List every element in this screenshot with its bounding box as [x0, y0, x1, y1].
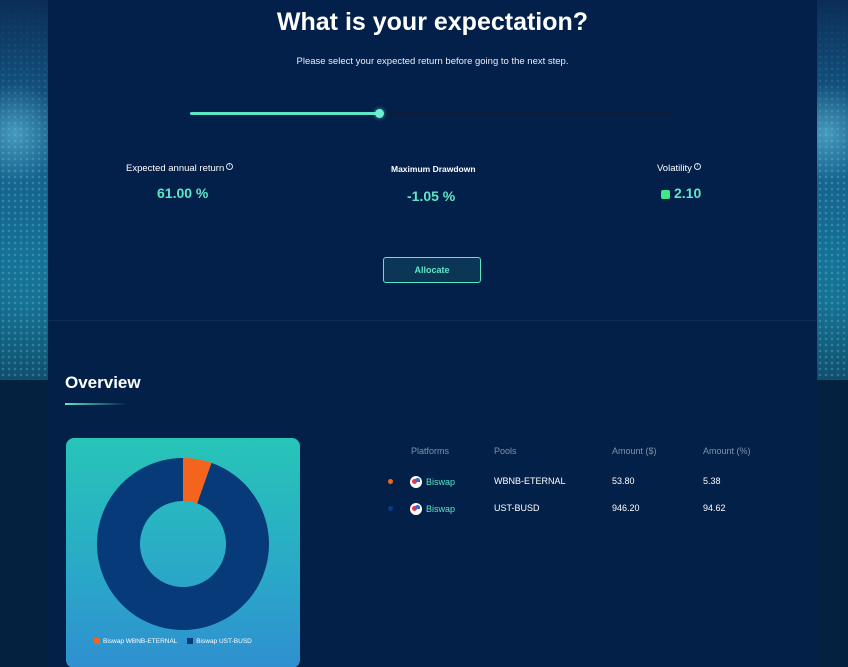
header-pools: Pools — [494, 446, 517, 456]
volatility-indicator-icon — [661, 190, 670, 199]
row-color-indicator — [388, 479, 393, 484]
volatility-value: 2.10 — [661, 185, 701, 201]
allocation-donut-chart — [97, 458, 269, 630]
info-icon[interactable]: i — [226, 163, 234, 170]
right-lower-background — [817, 380, 848, 667]
volatility-label: Volatility i — [657, 163, 701, 174]
legend-label: Biswap WBNB-ETERNAL — [103, 638, 178, 645]
platform-name: Biswap — [426, 504, 456, 514]
allocation-donut-card: Biswap WBNB-ETERNAL Biswap UST-BUSD — [66, 438, 300, 667]
slider-fill — [190, 112, 379, 115]
volatility-label-text: Volatility — [657, 163, 692, 174]
pool-cell: UST-BUSD — [494, 503, 540, 513]
left-lower-background — [0, 380, 48, 667]
amount-usd-cell: 53.80 — [612, 476, 635, 486]
donut-legend: Biswap WBNB-ETERNAL Biswap UST-BUSD — [94, 638, 260, 645]
expected-return-value: 61.00 % — [157, 185, 209, 201]
platform-cell[interactable]: Biswap — [410, 476, 455, 488]
amount-usd-cell: 946.20 — [612, 503, 640, 513]
max-drawdown-value: -1.05 % — [407, 188, 456, 204]
expected-return-label-text: Expected annual return — [126, 163, 225, 174]
pool-cell: WBNB-ETERNAL — [494, 476, 566, 486]
volatility-value-text: 2.10 — [674, 185, 702, 201]
table-row[interactable]: Biswap WBNB-ETERNAL 53.80 5.38 — [388, 476, 788, 492]
expected-return-slider[interactable] — [190, 109, 674, 118]
platform-cell[interactable]: Biswap — [410, 503, 455, 515]
legend-item-ust-busd[interactable]: Biswap UST-BUSD — [187, 638, 252, 645]
max-drawdown-label: Maximum Drawdown — [391, 164, 476, 174]
overview-title-underline — [65, 403, 127, 405]
header-amount-usd: Amount ($) — [612, 446, 657, 456]
legend-label: Biswap UST-BUSD — [196, 638, 252, 645]
header-amount-pct: Amount (%) — [703, 446, 751, 456]
expectation-subtitle: Please select your expected return befor… — [296, 56, 569, 67]
left-decorative-background — [0, 0, 50, 380]
overview-title: Overview — [65, 373, 141, 392]
amount-pct-cell: 5.38 — [703, 476, 721, 486]
info-icon[interactable]: i — [693, 163, 701, 170]
expected-return-label: Expected annual return i — [126, 163, 234, 174]
biswap-logo-icon — [410, 503, 422, 515]
platform-name: Biswap — [426, 477, 456, 487]
amount-pct-cell: 94.62 — [703, 503, 726, 513]
right-decorative-background — [817, 0, 848, 380]
legend-swatch — [94, 638, 100, 644]
expectation-panel: What is your expectation? Please select … — [48, 0, 817, 320]
biswap-logo-icon — [410, 476, 422, 488]
header-platforms: Platforms — [411, 446, 450, 456]
slider-handle[interactable] — [374, 109, 384, 118]
expectation-title: What is your expectation? — [276, 8, 589, 36]
allocate-button[interactable]: Allocate — [383, 257, 481, 283]
table-row[interactable]: Biswap UST-BUSD 946.20 94.62 — [388, 503, 788, 519]
donut-slice-1[interactable] — [97, 458, 269, 630]
legend-item-wbnb-eternal[interactable]: Biswap WBNB-ETERNAL — [94, 638, 177, 645]
legend-swatch — [187, 638, 194, 644]
overview-panel: Overview Biswap WBNB-ETERNAL Biswap UST-… — [48, 320, 817, 667]
row-color-indicator — [388, 506, 393, 511]
